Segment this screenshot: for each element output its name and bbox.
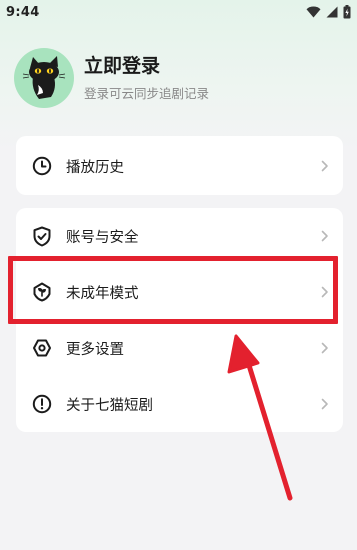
chevron-right-icon — [321, 286, 329, 298]
login-text: 立即登录 登录可云同步追剧记录 — [84, 54, 209, 102]
battery-icon — [343, 5, 351, 19]
menu-item-history[interactable]: 播放历史 — [16, 138, 343, 194]
avatar[interactable] — [14, 48, 74, 108]
status-icons — [306, 5, 351, 19]
menu-item-label: 更多设置 — [66, 341, 124, 358]
wifi-icon — [306, 6, 321, 18]
shield-check-icon — [30, 224, 54, 248]
menu-item-label: 账号与安全 — [66, 229, 139, 246]
menu-item-label: 播放历史 — [66, 159, 124, 176]
settings-card: 账号与安全 未成年模式 更多设置 关于七猫短剧 — [16, 208, 343, 432]
status-time: 9:44 — [6, 4, 40, 20]
chevron-right-icon — [321, 342, 329, 354]
settings-hexagon-icon — [30, 336, 54, 360]
chevron-right-icon — [321, 230, 329, 242]
login-header[interactable]: 立即登录 登录可云同步追剧记录 — [14, 46, 344, 110]
clock-icon — [30, 154, 54, 178]
info-circle-icon — [30, 392, 54, 416]
login-title[interactable]: 立即登录 — [84, 54, 209, 78]
chevron-right-icon — [321, 160, 329, 172]
menu-item-account-security[interactable]: 账号与安全 — [16, 208, 343, 264]
menu-item-more-settings[interactable]: 更多设置 — [16, 320, 343, 376]
menu-item-minor-mode[interactable]: 未成年模式 — [16, 264, 343, 320]
profile-page: 9:44 立即登录 登录可云同步追剧记录 播放历史 账号与安全 未成年模式 更多… — [0, 0, 357, 550]
chevron-right-icon — [321, 398, 329, 410]
teen-mode-shield-icon — [30, 280, 54, 304]
login-subtitle: 登录可云同步追剧记录 — [84, 86, 210, 101]
menu-item-about[interactable]: 关于七猫短剧 — [16, 376, 343, 432]
black-cat-avatar-icon — [22, 56, 66, 99]
menu-item-label: 关于七猫短剧 — [66, 397, 153, 414]
signal-icon — [326, 6, 338, 18]
history-card: 播放历史 — [16, 136, 343, 195]
menu-item-label: 未成年模式 — [66, 285, 139, 302]
status-bar: 9:44 — [0, 0, 357, 24]
